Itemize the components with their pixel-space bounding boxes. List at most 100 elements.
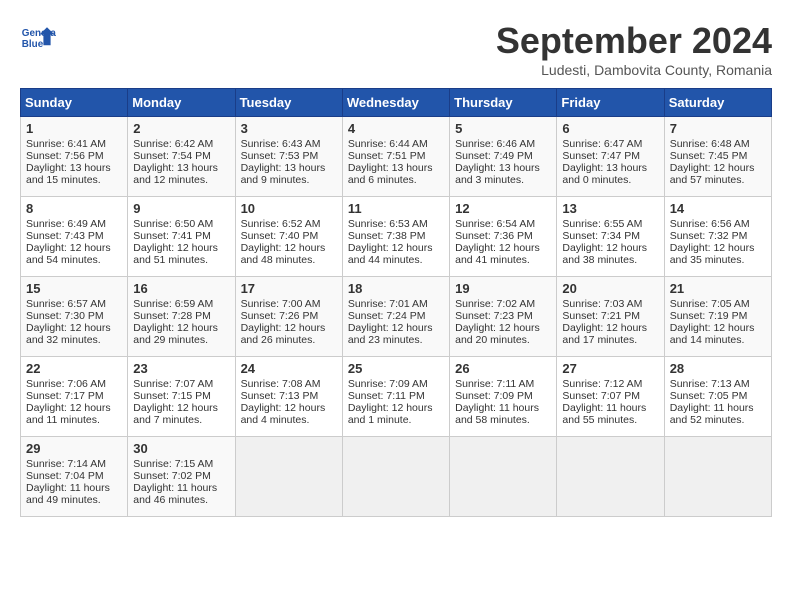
sunset-text: Sunset: 7:13 PM	[241, 390, 319, 402]
daylight-text: Daylight: 12 hours and 38 minutes.	[562, 242, 647, 266]
page-header: General Blue September 2024 Ludesti, Dam…	[20, 20, 772, 78]
sunset-text: Sunset: 7:36 PM	[455, 230, 533, 242]
daylight-text: Daylight: 13 hours and 9 minutes.	[241, 162, 326, 186]
calendar-cell: 3Sunrise: 6:43 AMSunset: 7:53 PMDaylight…	[235, 117, 342, 197]
calendar-cell: 26Sunrise: 7:11 AMSunset: 7:09 PMDayligh…	[450, 357, 557, 437]
sunrise-text: Sunrise: 7:05 AM	[670, 298, 750, 310]
daylight-text: Daylight: 12 hours and 51 minutes.	[133, 242, 218, 266]
logo: General Blue	[20, 20, 56, 56]
sunrise-text: Sunrise: 7:13 AM	[670, 378, 750, 390]
calendar-week-row: 1Sunrise: 6:41 AMSunset: 7:56 PMDaylight…	[21, 117, 772, 197]
day-number: 28	[670, 361, 766, 376]
daylight-text: Daylight: 12 hours and 20 minutes.	[455, 322, 540, 346]
daylight-text: Daylight: 12 hours and 44 minutes.	[348, 242, 433, 266]
sunrise-text: Sunrise: 7:15 AM	[133, 458, 213, 470]
daylight-text: Daylight: 12 hours and 41 minutes.	[455, 242, 540, 266]
day-header-saturday: Saturday	[664, 89, 771, 117]
day-number: 26	[455, 361, 551, 376]
calendar-week-row: 29Sunrise: 7:14 AMSunset: 7:04 PMDayligh…	[21, 437, 772, 517]
sunrise-text: Sunrise: 7:14 AM	[26, 458, 106, 470]
day-number: 4	[348, 121, 444, 136]
calendar-cell: 8Sunrise: 6:49 AMSunset: 7:43 PMDaylight…	[21, 197, 128, 277]
day-number: 6	[562, 121, 658, 136]
day-number: 7	[670, 121, 766, 136]
day-number: 5	[455, 121, 551, 136]
sunrise-text: Sunrise: 6:55 AM	[562, 218, 642, 230]
sunrise-text: Sunrise: 7:08 AM	[241, 378, 321, 390]
calendar-table: SundayMondayTuesdayWednesdayThursdayFrid…	[20, 88, 772, 517]
sunrise-text: Sunrise: 7:00 AM	[241, 298, 321, 310]
day-header-wednesday: Wednesday	[342, 89, 449, 117]
day-number: 12	[455, 201, 551, 216]
day-number: 3	[241, 121, 337, 136]
calendar-cell	[450, 437, 557, 517]
calendar-cell: 13Sunrise: 6:55 AMSunset: 7:34 PMDayligh…	[557, 197, 664, 277]
sunset-text: Sunset: 7:17 PM	[26, 390, 104, 402]
sunset-text: Sunset: 7:30 PM	[26, 310, 104, 322]
sunrise-text: Sunrise: 7:02 AM	[455, 298, 535, 310]
sunset-text: Sunset: 7:45 PM	[670, 150, 748, 162]
sunset-text: Sunset: 7:49 PM	[455, 150, 533, 162]
daylight-text: Daylight: 12 hours and 7 minutes.	[133, 402, 218, 426]
calendar-cell: 5 Sunrise: 6:46 AMSunset: 7:49 PMDaylight…	[450, 117, 557, 197]
daylight-text: Daylight: 13 hours and 0 minutes.	[562, 162, 647, 186]
sunrise-text: Sunrise: 6:50 AM	[133, 218, 213, 230]
sunrise-text: Sunrise: 7:03 AM	[562, 298, 642, 310]
header-row: SundayMondayTuesdayWednesdayThursdayFrid…	[21, 89, 772, 117]
calendar-cell: 27Sunrise: 7:12 AMSunset: 7:07 PMDayligh…	[557, 357, 664, 437]
day-number: 18	[348, 281, 444, 296]
calendar-cell: 15Sunrise: 6:57 AMSunset: 7:30 PMDayligh…	[21, 277, 128, 357]
sunset-text: Sunset: 7:40 PM	[241, 230, 319, 242]
calendar-cell: 7Sunrise: 6:48 AMSunset: 7:45 PMDaylight…	[664, 117, 771, 197]
sunset-text: Sunset: 7:02 PM	[133, 470, 211, 482]
day-number: 10	[241, 201, 337, 216]
sunset-text: Sunset: 7:41 PM	[133, 230, 211, 242]
month-title: September 2024	[496, 20, 772, 62]
sunrise-text: Sunrise: 6:57 AM	[26, 298, 106, 310]
day-number: 13	[562, 201, 658, 216]
daylight-text: Daylight: 13 hours and 3 minutes.	[455, 162, 540, 186]
calendar-cell: 14Sunrise: 6:56 AMSunset: 7:32 PMDayligh…	[664, 197, 771, 277]
daylight-text: Daylight: 12 hours and 32 minutes.	[26, 322, 111, 346]
calendar-cell: 2Sunrise: 6:42 AMSunset: 7:54 PMDaylight…	[128, 117, 235, 197]
title-block: September 2024 Ludesti, Dambovita County…	[496, 20, 772, 78]
day-number: 1	[26, 121, 122, 136]
sunset-text: Sunset: 7:32 PM	[670, 230, 748, 242]
sunset-text: Sunset: 7:24 PM	[348, 310, 426, 322]
sunset-text: Sunset: 7:21 PM	[562, 310, 640, 322]
sunset-text: Sunset: 7:53 PM	[241, 150, 319, 162]
daylight-text: Daylight: 12 hours and 54 minutes.	[26, 242, 111, 266]
daylight-text: Daylight: 12 hours and 4 minutes.	[241, 402, 326, 426]
calendar-week-row: 8Sunrise: 6:49 AMSunset: 7:43 PMDaylight…	[21, 197, 772, 277]
sunrise-text: Sunrise: 6:56 AM	[670, 218, 750, 230]
daylight-text: Daylight: 12 hours and 29 minutes.	[133, 322, 218, 346]
logo-icon: General Blue	[20, 20, 56, 56]
sunrise-text: Sunrise: 6:48 AM	[670, 138, 750, 150]
sunset-text: Sunset: 7:23 PM	[455, 310, 533, 322]
sunrise-text: Sunrise: 7:07 AM	[133, 378, 213, 390]
calendar-cell: 6Sunrise: 6:47 AMSunset: 7:47 PMDaylight…	[557, 117, 664, 197]
day-number: 14	[670, 201, 766, 216]
daylight-text: Daylight: 13 hours and 12 minutes.	[133, 162, 218, 186]
calendar-cell: 23Sunrise: 7:07 AMSunset: 7:15 PMDayligh…	[128, 357, 235, 437]
daylight-text: Daylight: 11 hours and 52 minutes.	[670, 402, 754, 426]
calendar-cell: 4Sunrise: 6:44 AMSunset: 7:51 PMDaylight…	[342, 117, 449, 197]
sunset-text: Sunset: 7:04 PM	[26, 470, 104, 482]
sunset-text: Sunset: 7:11 PM	[348, 390, 425, 402]
daylight-text: Daylight: 11 hours and 46 minutes.	[133, 482, 217, 506]
calendar-cell: 17Sunrise: 7:00 AMSunset: 7:26 PMDayligh…	[235, 277, 342, 357]
sunset-text: Sunset: 7:05 PM	[670, 390, 748, 402]
sunrise-text: Sunrise: 7:09 AM	[348, 378, 428, 390]
calendar-cell: 24Sunrise: 7:08 AMSunset: 7:13 PMDayligh…	[235, 357, 342, 437]
day-number: 9	[133, 201, 229, 216]
calendar-cell: 29Sunrise: 7:14 AMSunset: 7:04 PMDayligh…	[21, 437, 128, 517]
sunrise-text: Sunrise: 6:46 AM	[455, 138, 535, 150]
calendar-header: SundayMondayTuesdayWednesdayThursdayFrid…	[21, 89, 772, 117]
sunset-text: Sunset: 7:09 PM	[455, 390, 533, 402]
calendar-cell: 16Sunrise: 6:59 AMSunset: 7:28 PMDayligh…	[128, 277, 235, 357]
daylight-text: Daylight: 12 hours and 48 minutes.	[241, 242, 326, 266]
calendar-cell: 10Sunrise: 6:52 AMSunset: 7:40 PMDayligh…	[235, 197, 342, 277]
day-header-thursday: Thursday	[450, 89, 557, 117]
sunrise-text: Sunrise: 7:06 AM	[26, 378, 106, 390]
day-number: 16	[133, 281, 229, 296]
